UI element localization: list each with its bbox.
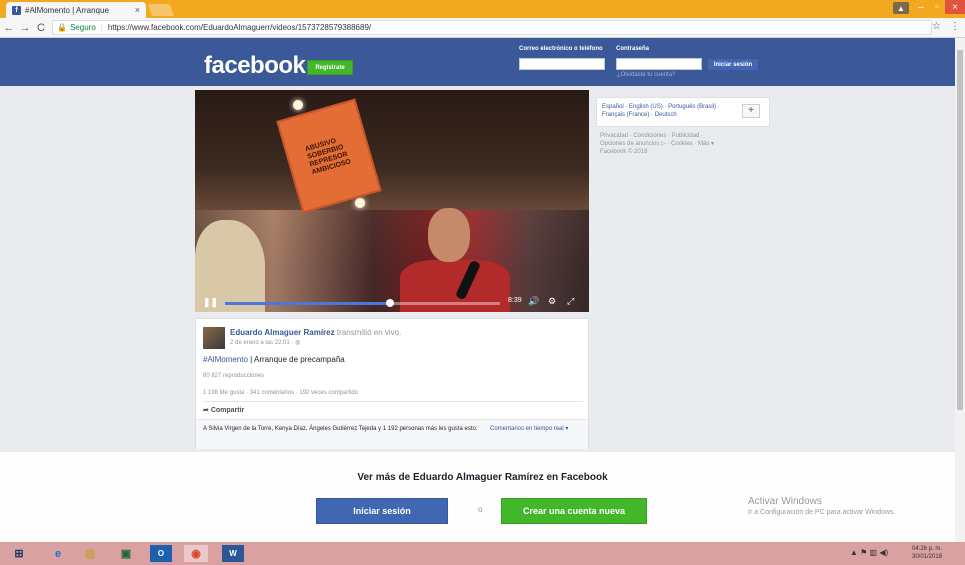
login-button[interactable]: Iniciar sesión	[316, 498, 448, 524]
video-progress-knob[interactable]	[386, 299, 394, 307]
chrome-icon[interactable]: ◉	[184, 545, 208, 562]
windows-activation-watermark: Activar Windows Ir a Configuración de PC…	[748, 496, 895, 516]
post-author-line: Eduardo Almaguer Ramírez transmitió en v…	[230, 328, 401, 337]
scrollbar-thumb[interactable]	[957, 50, 963, 410]
store-icon[interactable]: ▣	[116, 545, 136, 562]
forward-button[interactable]: →	[18, 22, 32, 34]
settings-gear-icon[interactable]: ⚙	[548, 296, 556, 307]
system-tray-icons[interactable]: ▲ ⚑ ▥ ◀)	[850, 548, 888, 557]
person-speaker-face	[428, 208, 470, 262]
lang-link[interactable]: English (US)	[629, 104, 663, 110]
browser-menu-icon[interactable]: ⋮	[950, 21, 960, 32]
or-separator: o	[478, 505, 483, 514]
new-tab-button[interactable]	[147, 4, 175, 16]
language-selector: Español · English (US) · Português (Bras…	[596, 97, 770, 127]
word-icon[interactable]: W	[222, 545, 244, 562]
clock-date: 30/01/2018	[912, 554, 943, 560]
lang-link[interactable]: Español	[602, 104, 624, 110]
outlook-icon[interactable]: O	[150, 545, 172, 562]
url-text: https://www.facebook.com/EduardoAlmaguer…	[107, 23, 372, 32]
share-button[interactable]: ➦ Compartir	[203, 406, 244, 414]
lock-icon: 🔒	[57, 23, 67, 32]
file-explorer-icon[interactable]: ▤	[80, 545, 100, 562]
lang-link[interactable]: Français (France)	[602, 112, 649, 118]
minimize-button[interactable]: –	[913, 0, 929, 14]
light-decoration	[293, 100, 303, 110]
volume-icon[interactable]: 🔊	[528, 296, 539, 307]
post-text: #AlMomento | Arranque de precampaña	[203, 355, 345, 364]
live-comments-dropdown[interactable]: Comentarios en tiempo real ▾	[490, 425, 568, 433]
close-window-button[interactable]: ×	[945, 0, 965, 14]
likes-summary: A Silvia Virgen de la Torre, Kenya Díaz,…	[196, 419, 588, 449]
video-controls: ❚❚ 8:39 🔊 ⚙ ⤢	[195, 292, 589, 312]
video-player[interactable]: ABUSIVO SOBERBIO REPRESOR AMBICIOSO ❚❚ 8…	[195, 90, 589, 312]
profile-icon[interactable]: ▲	[893, 2, 909, 14]
browser-tab[interactable]: f #AlMomento | Arranque ×	[6, 2, 146, 18]
post-date[interactable]: 2 de enero a las 22:01 · ◍	[230, 339, 300, 346]
forgot-account-link[interactable]: ¿Olvidaste tu cuenta?	[617, 72, 675, 78]
likes-text[interactable]: A Silvia Virgen de la Torre, Kenya Díaz,…	[203, 425, 488, 433]
create-account-button[interactable]: Crear una cuenta nueva	[501, 498, 647, 524]
divider	[203, 401, 583, 402]
more-languages-button[interactable]: +	[742, 104, 760, 118]
lang-link[interactable]: Deutsch	[655, 112, 677, 118]
footer-line[interactable]: Opciones de anuncios ▷ · Cookies · Más ▾	[600, 140, 770, 148]
share-arrow-icon: ➦	[203, 407, 209, 414]
url-separator: |	[100, 23, 103, 32]
footer-line[interactable]: Privacidad · Condiciones · Publicidad ·	[600, 132, 770, 140]
reload-button[interactable]: C	[34, 22, 48, 34]
clock-time: 04:26 p. m.	[912, 546, 943, 552]
bookmark-star-icon[interactable]: ☆	[932, 21, 941, 32]
taskbar-clock[interactable]: 04:26 p. m. 30/01/2018	[912, 545, 942, 561]
lang-link[interactable]: Português (Brasil)	[668, 104, 716, 110]
overlay-title: Ver más de Eduardo Almaguer Ramírez en F…	[357, 472, 608, 483]
avatar[interactable]	[203, 327, 225, 349]
video-progress-bar[interactable]	[225, 299, 500, 307]
footer-links: Privacidad · Condiciones · Publicidad · …	[600, 132, 770, 156]
email-label: Correo electrónico o teléfono	[519, 46, 603, 52]
post-action: transmitió en vivo.	[336, 328, 402, 337]
hashtag-link[interactable]: #AlMomento	[203, 355, 248, 364]
post-text-body: | Arranque de precampaña	[247, 355, 345, 364]
register-button[interactable]: Regístrate	[307, 60, 353, 75]
back-button[interactable]: ←	[2, 22, 16, 34]
internet-explorer-icon[interactable]: e	[48, 545, 68, 562]
password-field[interactable]	[616, 58, 702, 70]
activate-title: Activar Windows	[748, 496, 822, 507]
share-label: Compartir	[210, 407, 245, 414]
tab-strip: f #AlMomento | Arranque × ▲ – ▫ ×	[0, 0, 965, 18]
password-label: Contraseña	[616, 46, 650, 52]
activate-subtitle: Ir a Configuración de PC para activar Wi…	[748, 509, 896, 516]
author-name[interactable]: Eduardo Almaguer Ramírez	[230, 328, 335, 337]
tab-title: #AlMomento | Arranque	[25, 5, 109, 15]
tab-close-icon[interactable]: ×	[135, 5, 140, 15]
maximize-button[interactable]: ▫	[929, 0, 945, 14]
protest-sign: ABUSIVO SOBERBIO REPRESOR AMBICIOSO	[276, 98, 382, 214]
video-post: Eduardo Almaguer Ramírez transmitió en v…	[195, 318, 589, 449]
video-time: 8:39	[508, 297, 522, 304]
facebook-logo[interactable]: facebook	[204, 52, 306, 80]
address-bar[interactable]: 🔒 Seguro | https://www.facebook.com/Edua…	[52, 20, 932, 35]
facebook-favicon-icon: f	[12, 5, 21, 15]
header-login-button[interactable]: Iniciar sesión	[707, 58, 759, 71]
secure-label: Seguro	[69, 23, 96, 32]
facebook-header: facebook Regístrate Correo electrónico o…	[0, 38, 955, 86]
video-progress-fill	[225, 302, 390, 305]
toolbar: ← → C 🔒 Seguro | https://www.facebook.co…	[0, 18, 965, 38]
footer-copyright: Facebook © 2018	[600, 149, 648, 155]
view-count: 60 827 reproducciones	[203, 373, 265, 379]
pause-icon[interactable]: ❚❚	[203, 297, 218, 308]
taskbar: ⊞ e ▤ ▣ O ◉ W ▲ ⚑ ▥ ◀) 04:26 p. m. 30/01…	[0, 542, 965, 565]
windows-start-icon[interactable]: ⊞	[10, 545, 28, 562]
fullscreen-icon[interactable]: ⤢	[567, 296, 574, 307]
email-field[interactable]	[519, 58, 605, 70]
engagement-stats[interactable]: 1 198 Me gusta · 341 comentarios · 192 v…	[203, 390, 358, 396]
light-decoration	[355, 198, 365, 208]
